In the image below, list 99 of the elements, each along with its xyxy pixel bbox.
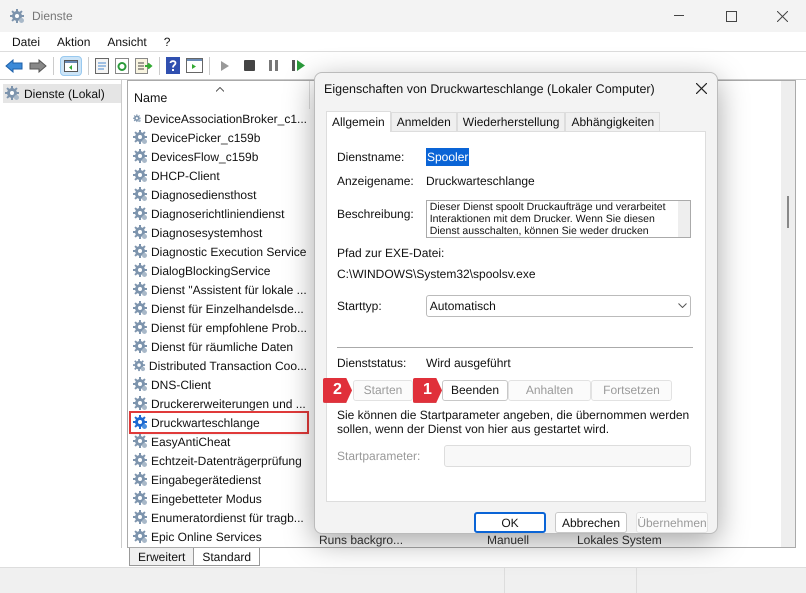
gear-icon [133, 130, 148, 145]
service-row[interactable]: Diagnosediensthost [131, 185, 307, 204]
gear-icon [133, 453, 148, 468]
gear-icon [133, 301, 148, 316]
action-pane-icon[interactable] [186, 58, 203, 73]
menu-item[interactable]: Datei [12, 32, 40, 50]
service-row[interactable]: DNS-Client [131, 375, 307, 394]
service-row[interactable]: Diagnosesystemhost [131, 223, 307, 242]
service-row[interactable]: Dienst für empfohlene Prob... [131, 318, 307, 337]
gear-icon [133, 396, 148, 411]
forward-arrow-icon[interactable] [29, 58, 47, 72]
close-icon[interactable] [777, 10, 788, 22]
callout-badge: 2 [323, 378, 352, 403]
gear-icon [133, 339, 148, 354]
refresh-icon[interactable] [115, 58, 129, 74]
gear-icon [133, 377, 148, 392]
dialog-tab[interactable]: Wiederherstellung [456, 112, 566, 131]
gear-icon [133, 472, 148, 487]
table-cell-text: Manuell [486, 532, 530, 549]
dialog-tab[interactable]: Abhängigkeiten [565, 112, 660, 131]
chevron-down-icon [678, 303, 687, 308]
console-tree-button[interactable] [60, 56, 82, 76]
service-row[interactable]: Epic Online Services [131, 527, 307, 546]
resume-icon[interactable] [292, 60, 305, 71]
service-row[interactable]: Druckererweiterungen und ... [131, 394, 307, 413]
service-row[interactable]: DevicesFlow_c159b [131, 147, 307, 166]
properties-icon[interactable] [95, 58, 109, 74]
service-row[interactable]: Dienst für räumliche Daten [131, 337, 307, 356]
gear-icon [133, 149, 148, 164]
field-label: Anzeigename: [337, 172, 415, 190]
service-row[interactable]: Diagnoserichtliniendienst [131, 204, 307, 223]
window-title: Dienste [32, 8, 73, 25]
gear-icon [133, 434, 148, 449]
gear-icon [133, 187, 148, 202]
service-row[interactable]: Dienst für Einzelhandelsde... [131, 299, 307, 318]
back-arrow-icon[interactable] [5, 58, 23, 72]
gear-icon [10, 8, 25, 24]
service-row[interactable]: Echtzeit-Datenträgerprüfung [131, 451, 307, 470]
help-icon[interactable] [166, 57, 180, 74]
gear-icon [133, 282, 148, 297]
service-row[interactable]: Druckwarteschlange [131, 413, 307, 432]
gear-icon [133, 168, 148, 183]
service-row[interactable]: DevicePicker_c159b [131, 128, 307, 147]
gear-icon [133, 225, 148, 240]
column-header[interactable]: Name [134, 89, 168, 108]
sort-caret-icon [216, 87, 224, 92]
service-row[interactable]: DHCP-Client [131, 166, 307, 185]
service-row[interactable]: Eingebetteter Modus [131, 489, 307, 508]
tree-item[interactable]: Dienste (Lokal) [3, 84, 121, 103]
minimize-icon[interactable] [674, 15, 684, 17]
export-list-icon[interactable] [135, 58, 153, 74]
table-cell-text: Runs backgro... [318, 532, 404, 549]
service-status-value: Wird ausgeführt [426, 354, 511, 372]
display-name-value: Druckwarteschlange [426, 172, 535, 190]
gear-icon [133, 206, 148, 221]
pause-icon[interactable] [269, 60, 278, 71]
gear-icon [133, 244, 148, 259]
startup-type-dropdown[interactable]: Automatisch [426, 294, 691, 317]
menu-item[interactable]: ? [164, 32, 170, 50]
field-label: Startparameter: [337, 448, 422, 465]
service-name-value: Spooler [426, 148, 470, 166]
service-row[interactable]: Enumeratordienst für tragb... [131, 508, 307, 527]
gear-icon [133, 510, 148, 525]
menu-item[interactable]: Aktion [57, 32, 90, 50]
service-row[interactable]: DialogBlockingService [131, 261, 307, 280]
field-label: Dienststatus: [337, 354, 408, 372]
maximize-icon[interactable] [726, 10, 737, 22]
callout-badge: 1 [413, 378, 442, 403]
view-tab[interactable]: Standard [193, 548, 260, 566]
hint-text: Sie können die Startparameter angeben, die übernommen werden sollen, wenn der Dienst von hier aus gestartet wird. [337, 408, 690, 436]
dialog-button[interactable]: OK [474, 512, 546, 533]
field-label: Beschreibung: [337, 206, 415, 223]
dialog-button[interactable]: Abbrechen [555, 512, 627, 533]
dialog-title: Eigenschaften von Druckwarteschlange (Lokaler Computer) [324, 80, 655, 98]
service-row[interactable]: Eingabegerätedienst [131, 470, 307, 489]
view-tab[interactable]: Erweitert [129, 548, 194, 566]
gear-icon [133, 529, 148, 544]
path-value: C:\WINDOWS\System32\spoolsv.exe [337, 266, 536, 283]
dialog-tab[interactable]: Allgemein [326, 110, 391, 132]
gear-icon [133, 263, 148, 278]
gear-icon [133, 358, 146, 373]
service-row[interactable]: EasyAntiCheat [131, 432, 307, 451]
service-row[interactable]: Diagnostic Execution Service [131, 242, 307, 261]
close-icon[interactable] [696, 83, 707, 94]
gear-icon [133, 320, 148, 335]
service-control-button[interactable]: Beenden [442, 380, 508, 401]
menu-item[interactable]: Ansicht [107, 32, 147, 50]
gear-icon [5, 86, 20, 101]
gear-icon [133, 415, 148, 430]
service-row[interactable]: DeviceAssociationBroker_c1... [131, 109, 307, 128]
play-icon[interactable] [220, 60, 230, 72]
service-row[interactable]: Dienst "Assistent für lokale ... [131, 280, 307, 299]
field-label: Pfad zur EXE-Datei: [337, 244, 446, 262]
gear-icon [133, 491, 148, 506]
service-row[interactable]: Distributed Transaction Coo... [131, 356, 307, 375]
field-label: Starttyp: [337, 298, 383, 315]
dialog-tab[interactable]: Anmelden [390, 112, 457, 131]
field-label: Dienstname: [337, 148, 406, 166]
scrollbar[interactable] [781, 81, 795, 547]
